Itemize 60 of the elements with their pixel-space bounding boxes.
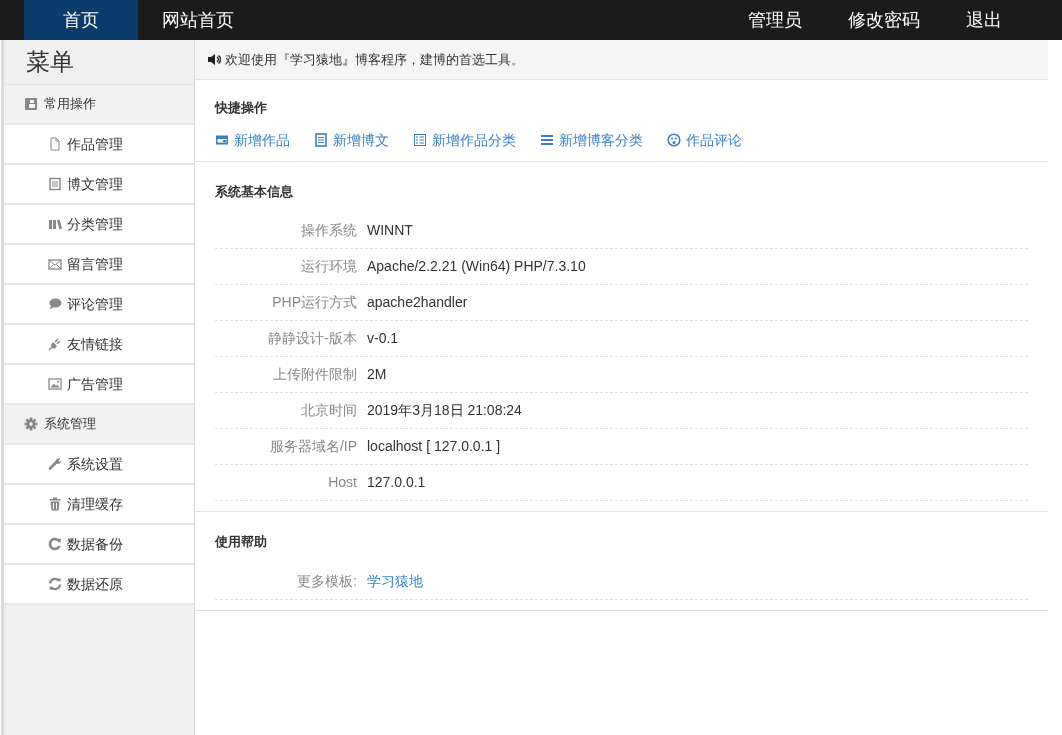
document-icon xyxy=(48,137,62,151)
section-title: 系统基本信息 xyxy=(215,182,293,201)
quick-action-link[interactable]: 新增博文 xyxy=(314,129,389,151)
nav-tab[interactable]: 首页 xyxy=(24,0,138,40)
menu-item[interactable]: 评论管理 xyxy=(4,285,194,325)
nav-link[interactable]: 管理员 xyxy=(748,0,802,40)
quick-action-link[interactable]: 作品评论 xyxy=(667,129,742,151)
info-value: localhost [ 127.0.0.1 ] xyxy=(367,437,501,456)
refresh-icon xyxy=(48,537,62,551)
info-label: 上传附件限制 xyxy=(273,365,357,384)
menu-item[interactable]: 广告管理 xyxy=(4,365,194,405)
info-value: 2019年3月18日 21:08:24 xyxy=(367,401,522,420)
menu-item[interactable]: 留言管理 xyxy=(4,245,194,285)
envelope-icon xyxy=(48,257,62,271)
info-value: 2M xyxy=(367,365,387,384)
info-label: 更多模板: xyxy=(297,571,357,591)
welcome-notice: 欢迎使用『学习猿地』博客程序，建博的首选工具。 xyxy=(225,50,524,69)
info-label: PHP运行方式 xyxy=(272,293,357,312)
settings-icon xyxy=(24,417,38,431)
info-label: Host xyxy=(328,473,357,492)
section-title: 快捷操作 xyxy=(215,99,267,117)
quick-action-link[interactable]: 新增博客分类 xyxy=(540,129,643,151)
template-link[interactable]: 学习猿地 xyxy=(367,570,423,592)
menu-item[interactable]: 作品管理 xyxy=(4,125,194,165)
wrench-icon xyxy=(48,457,62,471)
quick-action-link[interactable]: 新增作品分类 xyxy=(413,129,516,151)
menu-item[interactable]: 清理缓存 xyxy=(4,485,194,525)
info-value: WINNT xyxy=(367,221,413,240)
menu-item[interactable]: 友情链接 xyxy=(4,325,194,365)
info-value: apache2handler xyxy=(367,293,468,312)
nav-link[interactable]: 修改密码 xyxy=(848,0,920,40)
info-label: 北京时间 xyxy=(301,401,357,420)
info-label: 操作系统 xyxy=(301,221,357,240)
menu-item[interactable]: 分类管理 xyxy=(4,205,194,245)
speaker-icon xyxy=(207,53,221,66)
sync-arrows-icon xyxy=(48,577,62,591)
picture-icon xyxy=(48,377,62,391)
menu-item[interactable]: 博文管理 xyxy=(4,165,194,205)
nav-tab[interactable]: 网站首页 xyxy=(138,0,258,40)
plug-icon xyxy=(48,337,62,351)
info-value: 127.0.0.1 xyxy=(367,473,426,492)
speech-bubble-icon xyxy=(48,297,62,311)
info-value: v-0.1 xyxy=(367,329,399,348)
id-card-icon xyxy=(215,133,229,147)
list-icon xyxy=(540,133,554,147)
menu-item[interactable]: 系统设置 xyxy=(4,445,194,485)
menu-title: 菜单 xyxy=(26,47,74,77)
nav-link[interactable]: 退出 xyxy=(966,0,1002,40)
trash-icon xyxy=(48,497,62,511)
info-value: Apache/2.2.21 (Win64) PHP/7.3.10 xyxy=(367,257,586,276)
menu-item[interactable]: 数据还原 xyxy=(4,565,194,605)
menu-item[interactable]: 数据备份 xyxy=(4,525,194,565)
quick-action-link[interactable]: 新增作品 xyxy=(215,129,290,151)
face-icon xyxy=(667,133,681,147)
info-label: 服务器域名/IP xyxy=(269,437,357,456)
books-icon xyxy=(48,217,62,231)
info-label: 静静设计-版本 xyxy=(268,329,357,348)
info-label: 运行环境 xyxy=(301,257,357,276)
section-title: 使用帮助 xyxy=(215,533,267,551)
checklist-icon xyxy=(413,133,427,147)
